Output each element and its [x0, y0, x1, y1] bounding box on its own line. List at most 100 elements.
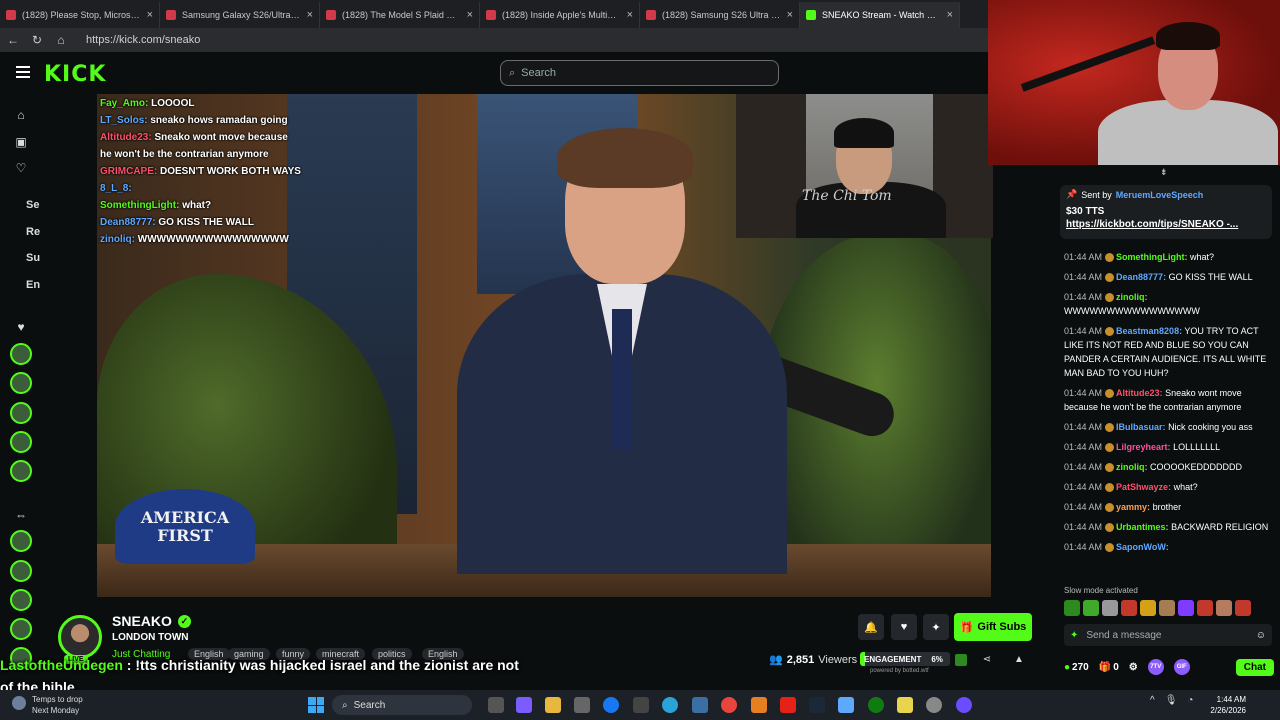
chat-message[interactable]: 01:44 AM yammy: brother	[1064, 500, 1274, 514]
chat-message[interactable]: 01:44 AM Altitude23: Sneako wont move bec…	[1064, 386, 1274, 414]
chat-message[interactable]: 01:44 AM Dean88777: GO KISS THE WALL	[1064, 270, 1274, 284]
sidebar-section-label[interactable]: Su	[26, 252, 40, 264]
chat-message[interactable]: 01:44 AM Beastman8208: YOU TRY TO ACT LIK…	[1064, 324, 1274, 380]
browser-tab-active[interactable]: SNEAKO Stream - Watch Live ×	[800, 2, 960, 28]
chat-username[interactable]: zinoliq:	[1116, 462, 1148, 472]
emote[interactable]	[1121, 600, 1137, 616]
weather-widget[interactable]: Temps to drop Next Monday	[12, 694, 83, 716]
sidebar-channel-avatar[interactable]	[10, 372, 32, 394]
chat-username[interactable]: Urbantimes:	[1116, 522, 1169, 532]
gift-icon[interactable]: 🎁	[1099, 662, 1111, 673]
sidebar-channel-avatar[interactable]	[10, 460, 32, 482]
url-field[interactable]: https://kick.com/sneako	[86, 34, 200, 46]
gif-icon[interactable]: GIF	[1173, 659, 1190, 675]
home-icon[interactable]: ⌂	[54, 33, 68, 47]
sidebar-channel-avatar[interactable]	[10, 618, 32, 640]
emote[interactable]	[1064, 600, 1080, 616]
vlc-icon[interactable]	[751, 697, 767, 713]
emote[interactable]	[1159, 600, 1175, 616]
chat-username[interactable]: Beastman8208:	[1116, 326, 1182, 336]
close-icon[interactable]: ×	[307, 9, 313, 21]
chat-username[interactable]: Dean88777:	[1116, 272, 1166, 282]
chat-message[interactable]: 01:44 AM PatShwayze: what?	[1064, 480, 1274, 494]
channel-avatar[interactable]	[58, 615, 102, 659]
facebook-icon[interactable]	[603, 697, 619, 713]
browser-tab[interactable]: Samsung Galaxy S26/Ultra Impres ×	[160, 2, 320, 28]
chat-collapse-icon[interactable]: ⇟	[1160, 167, 1168, 178]
sidebar-channel-avatar[interactable]	[10, 402, 32, 424]
emote[interactable]	[1178, 600, 1194, 616]
expand-icon[interactable]: ⇔	[14, 508, 28, 522]
home-icon[interactable]: ⌂	[14, 108, 28, 122]
copilot-icon[interactable]	[516, 697, 532, 713]
close-icon[interactable]: ×	[627, 9, 633, 21]
browse-icon[interactable]: ▣	[14, 135, 28, 149]
sidebar-section-label[interactable]: Re	[26, 226, 40, 238]
kick-logo[interactable]: KICK	[44, 62, 106, 87]
task-view-icon[interactable]	[488, 697, 504, 713]
sidebar-channel-avatar[interactable]	[10, 343, 32, 365]
chevron-up-icon[interactable]: ^	[1150, 695, 1155, 706]
chat-message[interactable]: 01:44 AM zinoliq: WWWWWWWWWWWWWWWW	[1064, 290, 1274, 318]
mic-icon[interactable]: 🎙	[1165, 695, 1178, 706]
gift-subs-button[interactable]: 🎁 Gift Subs	[954, 613, 1032, 641]
chat-message[interactable]: 01:44 AM Lilgreyheart: LOLLLLLLL	[1064, 440, 1274, 454]
channel-name[interactable]: SNEAKO	[112, 613, 172, 629]
chat-username[interactable]: SomethingLight:	[1116, 252, 1188, 262]
file-explorer-icon[interactable]	[545, 697, 561, 713]
chat-username[interactable]: IBulbasuar:	[1116, 422, 1166, 432]
close-icon[interactable]: ×	[787, 9, 793, 21]
emote[interactable]	[1197, 600, 1213, 616]
windows-start-icon[interactable]	[308, 697, 324, 713]
chat-send-button[interactable]: Chat	[1235, 658, 1274, 676]
app-icon[interactable]	[956, 697, 972, 713]
chat-message[interactable]: 01:44 AM zinoliq: COOOOKEDDDDDDD	[1064, 460, 1274, 474]
7tv-icon[interactable]: 7TV	[1147, 659, 1164, 675]
sidebar-channel-avatar[interactable]	[10, 560, 32, 582]
close-icon[interactable]: ×	[467, 9, 473, 21]
taskbar-search[interactable]: ⌕ Search	[332, 695, 472, 715]
clock[interactable]: 1:44 AM 2/26/2026	[1206, 694, 1246, 716]
amazon-icon[interactable]	[633, 697, 649, 713]
browser-tab[interactable]: (1828) Samsung S26 Ultra Hands ×	[640, 2, 800, 28]
chat-username[interactable]: PatShwayze:	[1116, 482, 1171, 492]
pinned-link[interactable]: https://kickbot.com/tips/SNEAKO -...	[1066, 219, 1266, 230]
sidebar-channel-avatar[interactable]	[10, 431, 32, 453]
chat-username[interactable]: SaponWoW:	[1116, 542, 1169, 552]
youtube-icon[interactable]	[780, 697, 796, 713]
bot-icon[interactable]	[955, 654, 967, 666]
browser-tab[interactable]: (1828) The Model S Plaid Walked ×	[320, 2, 480, 28]
sparkle-button[interactable]: ✦	[923, 614, 949, 640]
browser-tab[interactable]: (1828) Please Stop, Microsoft... - Y ×	[0, 2, 160, 28]
following-heart-icon[interactable]: ♡	[14, 161, 28, 175]
sidebar-section-label[interactable]: En	[26, 279, 40, 291]
calculator-icon[interactable]	[692, 697, 708, 713]
chat-username[interactable]: Altitude23:	[1116, 388, 1163, 398]
emote[interactable]	[1083, 600, 1099, 616]
pinned-tip[interactable]: 📌 Sent by MeruemLoveSpeech $30 TTS https…	[1060, 185, 1272, 239]
close-icon[interactable]: ×	[147, 9, 153, 21]
follow-heart-button[interactable]: ♥	[891, 614, 917, 640]
steam-icon[interactable]	[809, 697, 825, 713]
store-icon[interactable]	[574, 697, 590, 713]
emote[interactable]	[1216, 600, 1232, 616]
sidebar-channel-avatar[interactable]	[10, 589, 32, 611]
obs-icon[interactable]	[926, 697, 942, 713]
back-icon[interactable]: ←	[6, 33, 20, 47]
settings-icon[interactable]: ⚙	[1129, 662, 1138, 673]
emoji-icon[interactable]: ☺	[1256, 630, 1266, 641]
browser-tab[interactable]: (1828) Inside Apple's Multibillion- ×	[480, 2, 640, 28]
edge-icon[interactable]	[662, 697, 678, 713]
share-icon[interactable]: ⋖	[981, 654, 993, 666]
chat-message[interactable]: 01:44 AM SomethingLight: what?	[1064, 250, 1274, 264]
chat-username[interactable]: yammy:	[1116, 502, 1150, 512]
sticky-notes-icon[interactable]	[897, 697, 913, 713]
chat-message[interactable]: 01:44 AM IBulbasuar: Nick cooking you ass	[1064, 420, 1274, 434]
hamburger-menu-icon[interactable]	[16, 66, 30, 78]
emote[interactable]	[1140, 600, 1156, 616]
emote[interactable]	[1235, 600, 1251, 616]
wifi-icon[interactable]: ◔	[1187, 695, 1193, 706]
notification-bell-button[interactable]: 🔔	[858, 614, 884, 640]
search-input[interactable]: ⌕ Search	[500, 60, 779, 86]
sidebar-channel-avatar[interactable]	[10, 530, 32, 552]
